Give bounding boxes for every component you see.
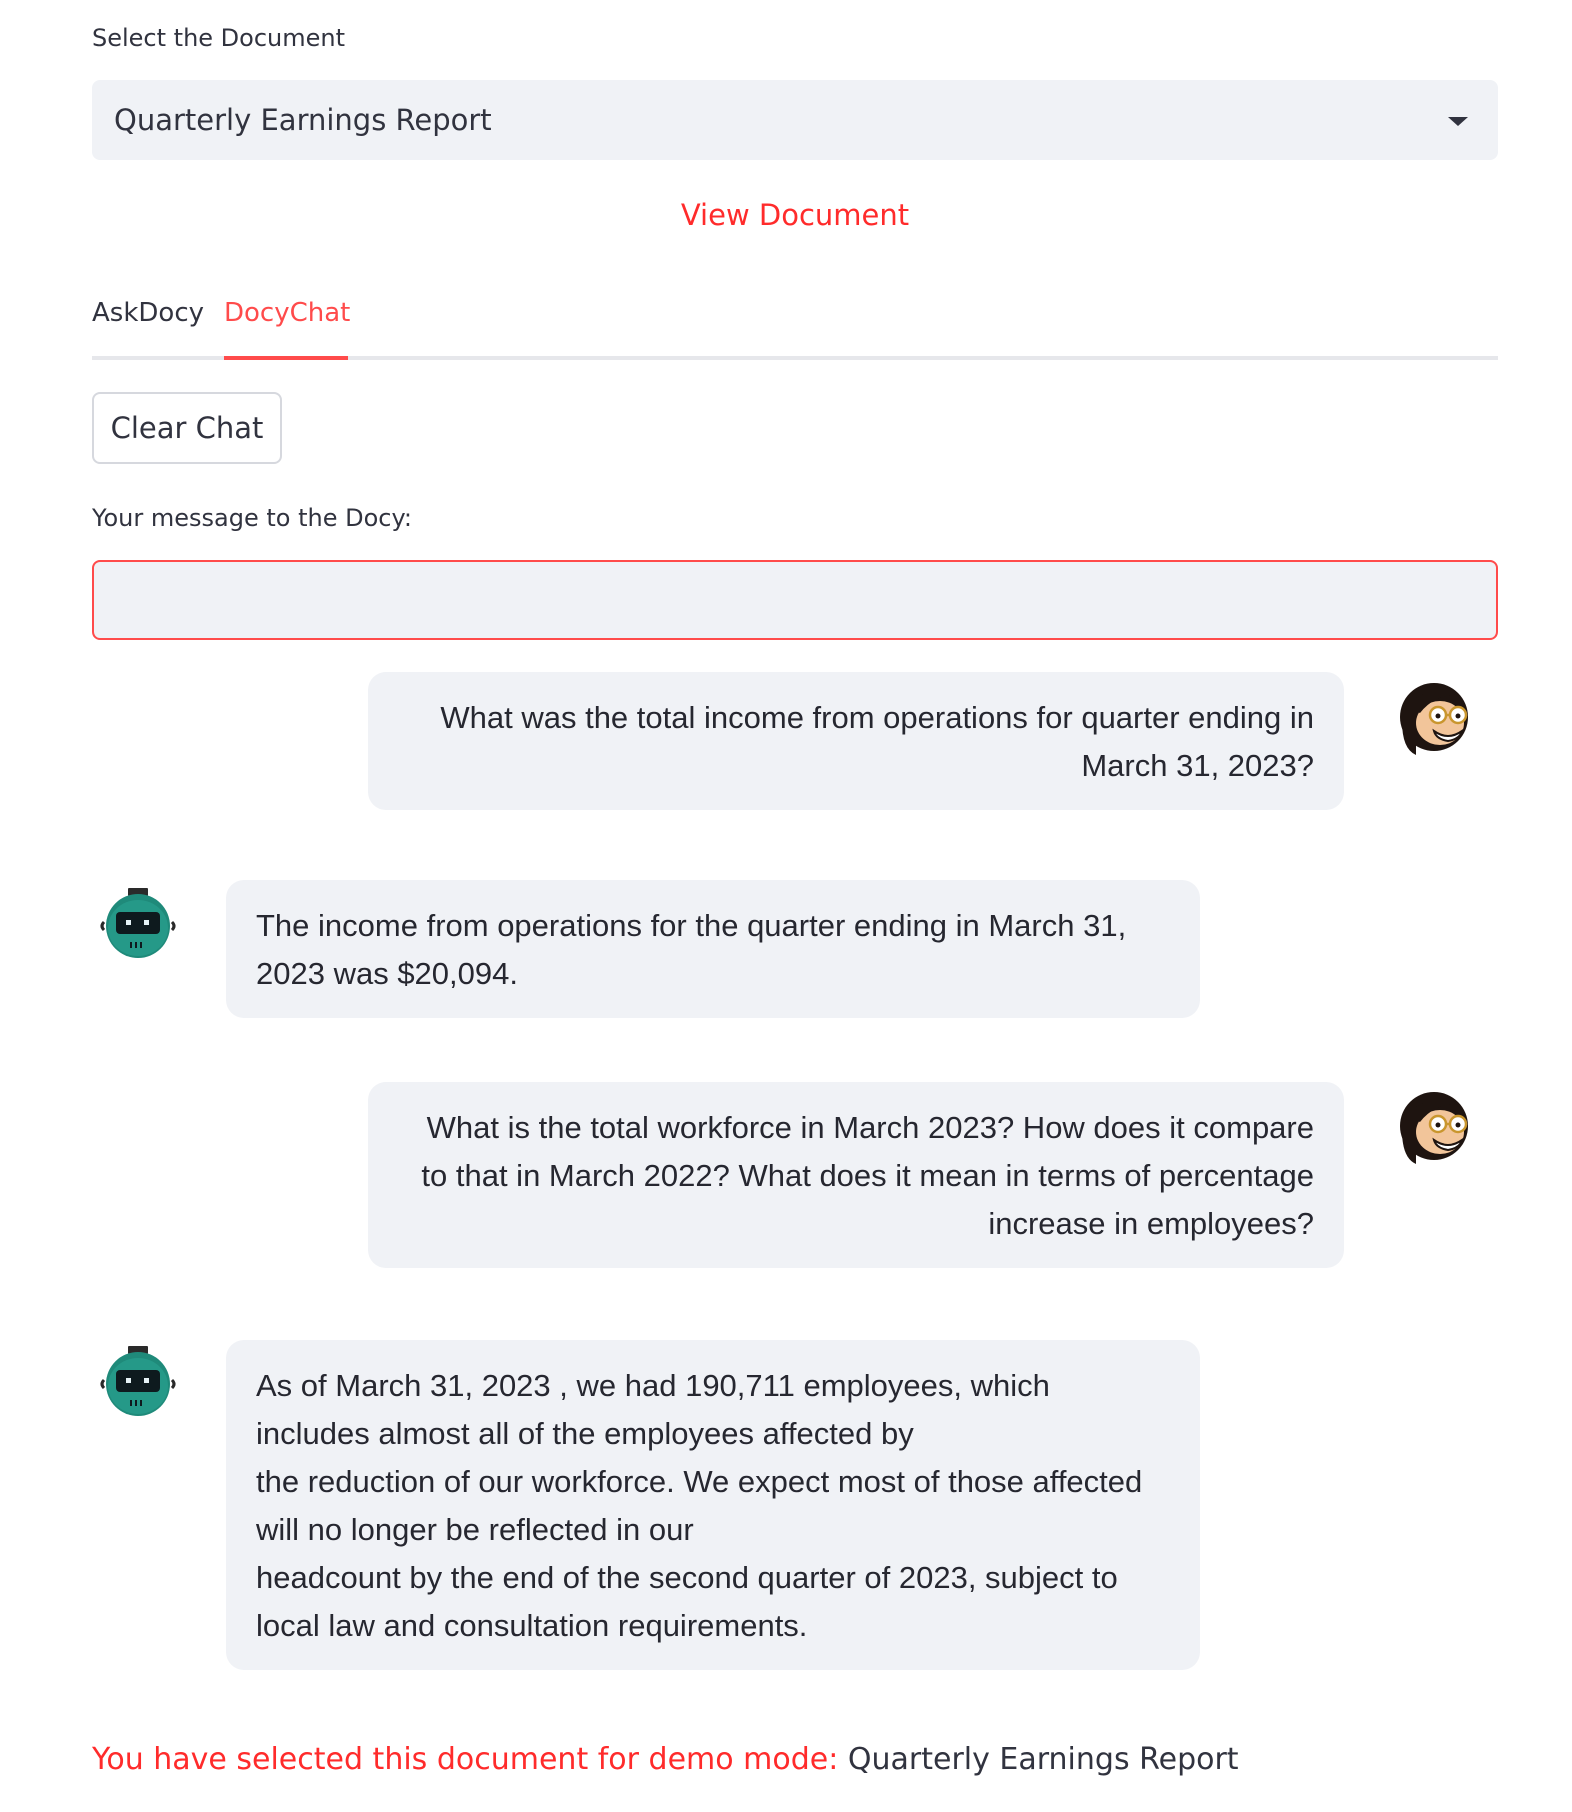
demo-mode-notice: You have selected this document for demo… [92, 1742, 1239, 1777]
message-line: headcount by the end of the second quart… [256, 1560, 1118, 1595]
message-line: 2023 was $20,094. [256, 956, 518, 991]
document-select[interactable]: Quarterly Earnings Report [92, 80, 1498, 160]
docy-app: Select the Document Quarterly Earnings R… [0, 0, 1572, 1812]
tab-bar: AskDocy DocyChat [92, 296, 1498, 360]
message-line: will no longer be reflected in our [256, 1512, 694, 1547]
user-message: What was the total income from operation… [368, 672, 1344, 810]
woman-with-glasses-avatar [1400, 683, 1468, 755]
demo-mode-prefix: You have selected this document for demo… [92, 1742, 839, 1777]
user-message: What is the total workforce in March 202… [368, 1082, 1344, 1268]
message-line: local law and consultation requirements. [256, 1608, 808, 1643]
woman-with-glasses-avatar [1400, 1092, 1468, 1164]
robot-avatar [100, 1346, 176, 1416]
select-document-label: Select the Document [92, 24, 346, 52]
message-line: What was the total income from operation… [440, 700, 1314, 735]
document-select-value: Quarterly Earnings Report [114, 103, 492, 137]
message-line: includes almost all of the employees aff… [256, 1416, 914, 1451]
message-line: increase in employees? [988, 1206, 1314, 1241]
bot-message: The income from operations for the quart… [226, 880, 1200, 1018]
message-input[interactable] [92, 560, 1498, 640]
message-line: the reduction of our workforce. We expec… [256, 1464, 1143, 1499]
message-line: The income from operations for the quart… [256, 908, 1127, 943]
demo-mode-document: Quarterly Earnings Report [847, 1742, 1239, 1777]
bot-message: As of March 31, 2023 , we had 190,711 em… [226, 1340, 1200, 1670]
message-line: March 31, 2023? [1081, 748, 1314, 783]
message-line: As of March 31, 2023 , we had 190,711 em… [256, 1368, 1050, 1403]
message-line: What is the total workforce in March 202… [426, 1110, 1314, 1145]
message-input-label: Your message to the Docy: [92, 504, 412, 532]
robot-avatar [100, 888, 176, 958]
tab-askdocy[interactable]: AskDocy [92, 296, 204, 360]
clear-chat-button[interactable]: Clear Chat [92, 392, 282, 464]
caret-down-icon [1448, 117, 1468, 126]
message-line: to that in March 2022? What does it mean… [421, 1158, 1314, 1193]
tab-docychat[interactable]: DocyChat [224, 296, 350, 360]
view-document-link[interactable]: View Document [0, 198, 1572, 232]
active-tab-indicator [224, 356, 348, 360]
